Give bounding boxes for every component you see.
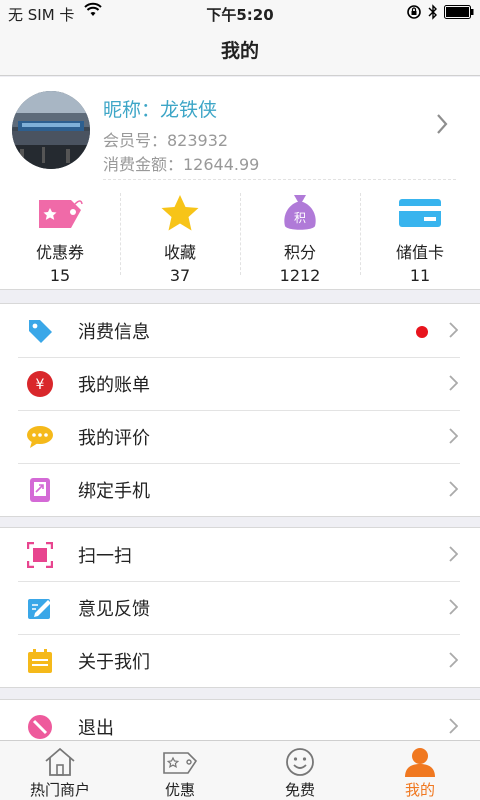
nickname: 昵称：龙铁侠 <box>103 99 218 121</box>
home-icon <box>0 741 120 777</box>
tab-label: 热门商户 <box>29 781 90 799</box>
spend-amount: 消费金额：12644.99 <box>103 155 260 174</box>
phone-icon <box>26 476 54 504</box>
user-icon <box>360 741 480 777</box>
menu-item-label: 我的评价 <box>78 427 150 449</box>
stat-coupons[interactable]: 优惠券 15 <box>0 185 120 285</box>
menu-item-my-reviews[interactable]: 我的评价 <box>0 410 480 463</box>
menu-item-scan[interactable]: 扫一扫 <box>0 528 480 581</box>
tab-mine[interactable]: 我的 <box>360 741 480 800</box>
points-bag-icon: 积 <box>240 191 360 235</box>
stats-row: 优惠券 15 收藏 37 积 积分 1212 储值卡 11 <box>0 185 480 285</box>
scan-icon <box>26 541 54 569</box>
menu-item-label: 扫一扫 <box>78 545 132 567</box>
profile-card[interactable]: 昵称：龙铁侠 会员号：823932 消费金额：12644.99 优惠券 15 收… <box>0 77 480 290</box>
notification-badge <box>416 326 428 338</box>
svg-text:积: 积 <box>294 211 306 225</box>
menu-item-label: 我的账单 <box>78 374 150 396</box>
bluetooth-icon <box>428 4 438 24</box>
yen-icon: ¥ <box>26 370 54 398</box>
chevron-right-icon <box>436 113 448 139</box>
menu-item-label: 绑定手机 <box>78 480 150 502</box>
battery-icon <box>444 5 474 23</box>
smiley-icon <box>240 741 360 777</box>
chevron-right-icon <box>449 718 459 738</box>
stat-value: 1212 <box>279 266 321 285</box>
stat-value: 11 <box>409 266 431 285</box>
tab-bar: 热门商户 优惠 免费 我的 <box>0 740 480 800</box>
comment-icon <box>26 423 54 451</box>
menu-item-about-us[interactable]: 关于我们 <box>0 634 480 687</box>
tab-label: 优惠 <box>164 781 195 799</box>
stat-favorites[interactable]: 收藏 37 <box>120 185 240 285</box>
tag-icon <box>26 317 54 345</box>
chevron-right-icon <box>449 546 459 566</box>
orientation-lock-icon <box>406 4 422 24</box>
menu-item-my-bill[interactable]: ¥ 我的账单 <box>0 357 480 410</box>
tab-label: 免费 <box>284 781 315 799</box>
chevron-right-icon <box>449 652 459 672</box>
logout-icon <box>26 713 54 741</box>
menu-item-consumption-info[interactable]: 消费信息 <box>0 304 480 357</box>
stat-stored-card[interactable]: 储值卡 11 <box>360 185 480 285</box>
menu-item-label: 意见反馈 <box>78 598 150 620</box>
coupon-tab-icon <box>120 741 240 777</box>
tab-hot-merchants[interactable]: 热门商户 <box>0 741 120 800</box>
menu-item-label: 消费信息 <box>78 321 150 343</box>
divider <box>103 179 456 180</box>
tab-free[interactable]: 免费 <box>240 741 360 800</box>
chevron-right-icon <box>449 599 459 619</box>
stat-value: 37 <box>169 266 191 285</box>
menu-group-tools: 扫一扫 意见反馈 关于我们 <box>0 527 480 688</box>
menu-item-label: 退出 <box>78 717 114 739</box>
chevron-right-icon <box>449 375 459 395</box>
menu-item-feedback[interactable]: 意见反馈 <box>0 581 480 634</box>
menu-item-bind-phone[interactable]: 绑定手机 <box>0 463 480 516</box>
member-number: 会员号：823932 <box>103 131 229 150</box>
menu-group-account: 消费信息 ¥ 我的账单 我的评价 绑定手机 <box>0 303 480 517</box>
tab-discounts[interactable]: 优惠 <box>120 741 240 800</box>
chevron-right-icon <box>449 481 459 501</box>
stored-card-icon <box>360 191 480 235</box>
nav-bar: 我的 <box>0 26 480 76</box>
stat-label: 储值卡 <box>395 243 444 262</box>
page-title: 我的 <box>220 40 259 62</box>
coupon-icon <box>0 191 120 235</box>
avatar[interactable] <box>12 91 90 169</box>
menu-item-label: 关于我们 <box>78 651 150 673</box>
chevron-right-icon <box>449 428 459 448</box>
chevron-right-icon <box>449 322 459 342</box>
feedback-icon <box>26 594 54 622</box>
star-icon <box>120 191 240 235</box>
about-icon <box>26 647 54 675</box>
svg-text:¥: ¥ <box>36 377 45 393</box>
stat-points[interactable]: 积 积分 1212 <box>240 185 360 285</box>
stat-label: 优惠券 <box>35 243 84 262</box>
stat-label: 收藏 <box>163 243 196 262</box>
stat-label: 积分 <box>283 243 316 262</box>
tab-label: 我的 <box>404 781 435 799</box>
status-bar: 无 SIM 卡 下午5:20 <box>0 0 480 26</box>
stat-value: 15 <box>49 266 71 285</box>
